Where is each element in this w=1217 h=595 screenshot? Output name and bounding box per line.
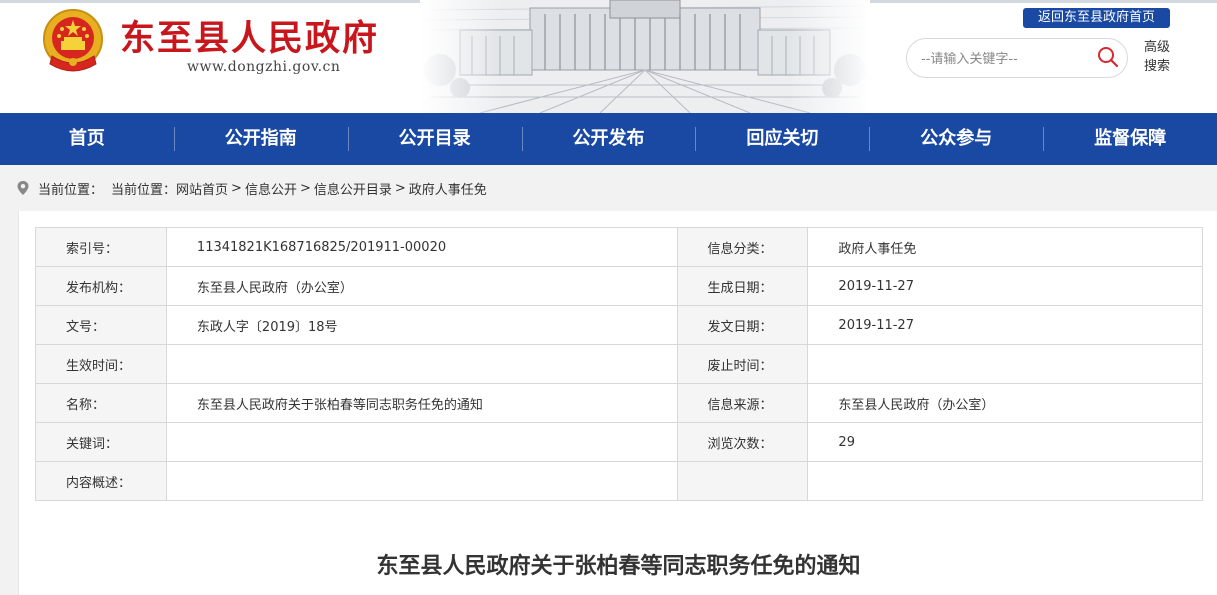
breadcrumb-item-home[interactable]: 当前位置：网站首页 (111, 179, 228, 198)
info-label: 废止时间： (676, 344, 809, 384)
info-label: 生成日期： (676, 266, 809, 306)
info-value (165, 344, 678, 384)
info-value: 29 (807, 422, 1203, 462)
nav-item-participation[interactable]: 公众参与 (869, 113, 1043, 165)
nav-item-home[interactable]: 首页 (0, 113, 174, 165)
info-label: 索引号： (35, 227, 167, 267)
info-value: 11341821K168716825/201911-00020 (165, 227, 678, 267)
breadcrumb-item-current[interactable]: 政府人事任免 (409, 179, 487, 198)
breadcrumb-separator: > (394, 180, 406, 196)
breadcrumb-separator: > (231, 180, 242, 196)
info-label: 信息来源： (676, 383, 809, 423)
breadcrumb-item-info[interactable]: 信息公开 (245, 179, 297, 198)
nav-item-response[interactable]: 回应关切 (695, 113, 869, 165)
info-label: 发布机构： (35, 266, 167, 306)
info-value: 东至县人民政府（办公室） (165, 266, 678, 306)
info-value (165, 422, 678, 462)
breadcrumb-prefix: 当前位置： (38, 182, 104, 198)
location-pin-icon (17, 181, 29, 195)
site-title[interactable]: 东至县人民政府 (120, 10, 379, 61)
advanced-search-link[interactable]: 高级搜索 (1144, 38, 1174, 76)
info-value: 2019-11-27 (807, 266, 1203, 306)
document-title: 东至县人民政府关于张柏春等同志职务任免的通知 (376, 554, 861, 579)
nav-item-catalog[interactable]: 公开目录 (347, 113, 522, 165)
info-label: 内容概述： (35, 461, 167, 501)
building-sketch-banner (420, 0, 870, 113)
table-row: 关键词： 浏览次数： 29 (35, 422, 1203, 462)
info-label: 名称： (35, 383, 167, 423)
main-nav: 首页 公开指南 公开目录 公开发布 回应关切 公众参与 监督保障 (0, 113, 1217, 165)
info-label: 发文日期： (676, 305, 809, 345)
info-label: 信息分类： (676, 227, 809, 267)
breadcrumb-separator: > (299, 180, 311, 196)
nav-item-guide[interactable]: 公开指南 (173, 113, 348, 165)
info-table: 索引号： 11341821K168716825/201911-00020 信息分… (35, 227, 1203, 501)
info-value (807, 461, 1203, 501)
national-emblem-icon (43, 9, 103, 72)
table-row: 索引号： 11341821K168716825/201911-00020 信息分… (35, 227, 1203, 267)
info-label: 生效时间： (35, 344, 167, 384)
search-icon[interactable] (1097, 46, 1119, 68)
table-row: 名称： 东至县人民政府关于张柏春等同志职务任免的通知 信息来源： 东至县人民政府… (35, 383, 1203, 423)
breadcrumb: 当前位置： 当前位置：网站首页 > 信息公开 > 信息公开目录 > 政府人事任免 (16, 179, 487, 198)
info-value: 2019-11-27 (807, 305, 1203, 345)
info-label: 浏览次数： (676, 422, 809, 462)
search-box (906, 38, 1128, 78)
table-row: 内容概述： (35, 461, 1203, 501)
search-input[interactable] (921, 48, 1091, 70)
info-label: 文号： (35, 305, 167, 345)
content-area: 索引号： 11341821K168716825/201911-00020 信息分… (0, 211, 1217, 595)
info-value: 东政人字〔2019〕18号 (165, 305, 678, 345)
info-value: 政府人事任免 (807, 227, 1203, 267)
table-row: 生效时间： 废止时间： (35, 344, 1203, 384)
return-home-link[interactable]: 返回东至县政府首页 (1023, 8, 1170, 28)
info-value: 东至县人民政府关于张柏春等同志职务任免的通知 (165, 383, 678, 423)
nav-item-supervision[interactable]: 监督保障 (1043, 113, 1217, 165)
site-header: 东至县人民政府 www.dongzhi.gov.cn 返回东至县政府首页 高级搜… (0, 0, 1217, 113)
info-label: 关键词： (35, 422, 167, 462)
info-value: 东至县人民政府（办公室） (807, 383, 1203, 423)
table-row: 文号： 东政人字〔2019〕18号 发文日期： 2019-11-27 (35, 305, 1203, 345)
breadcrumb-item-catalog[interactable]: 信息公开目录 (314, 179, 392, 198)
info-value (807, 344, 1203, 384)
info-value (165, 461, 678, 501)
info-label (676, 461, 809, 501)
site-url: www.dongzhi.gov.cn (187, 59, 341, 75)
breadcrumb-bar: 当前位置： 当前位置：网站首页 > 信息公开 > 信息公开目录 > 政府人事任免 (0, 165, 1217, 211)
content-panel: 索引号： 11341821K168716825/201911-00020 信息分… (18, 211, 1217, 595)
nav-item-release[interactable]: 公开发布 (521, 113, 696, 165)
table-row: 发布机构： 东至县人民政府（办公室） 生成日期： 2019-11-27 (35, 266, 1203, 306)
